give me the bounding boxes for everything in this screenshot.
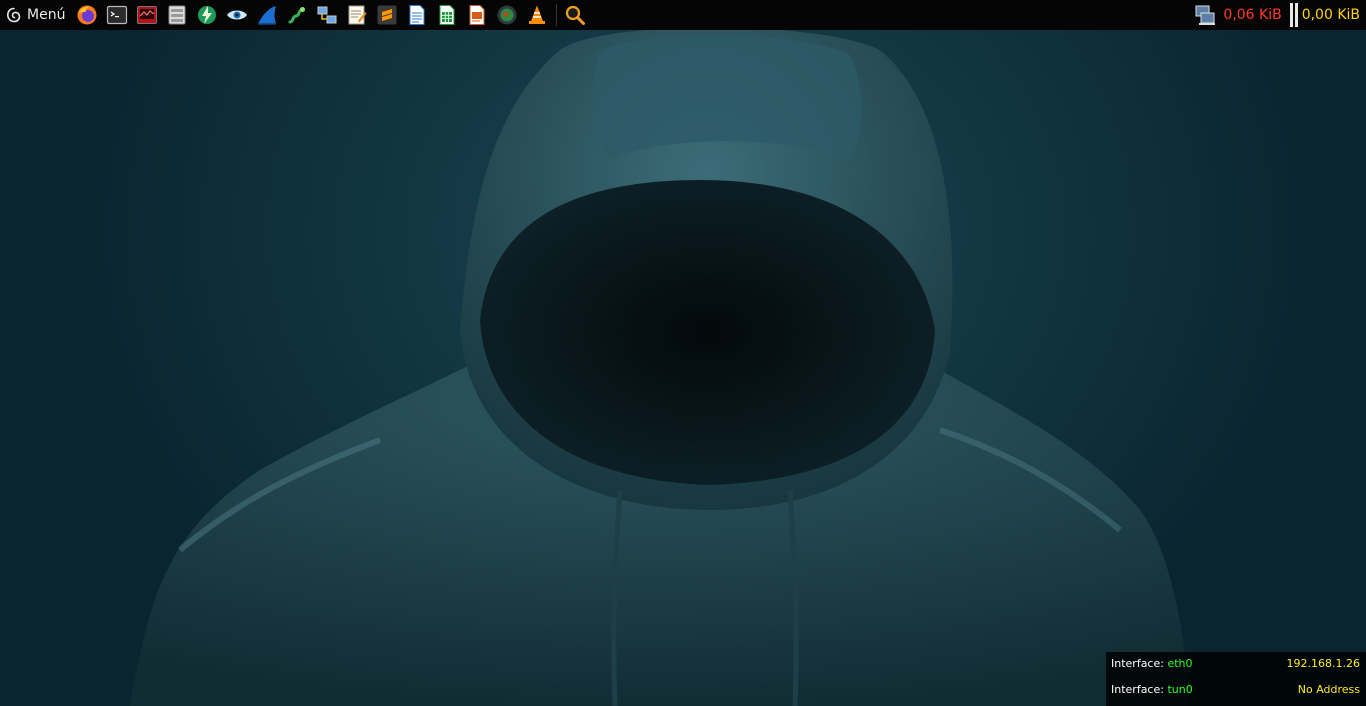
launcher-separator <box>556 4 558 26</box>
interface-name: tun0 <box>1167 683 1193 696</box>
firefox-icon <box>77 5 97 25</box>
interface-name: eth0 <box>1167 657 1193 670</box>
impress-presentation-icon <box>469 5 485 25</box>
network-download-rate: 0,06 KiB <box>1223 7 1282 23</box>
interface-address: 192.168.1.26 <box>1286 657 1360 670</box>
system-monitor-launcher[interactable] <box>134 2 160 28</box>
debian-swirl-icon <box>6 7 21 23</box>
top-panel: Menú 0,06 KiB 0,00 KiB <box>0 0 1366 30</box>
network-status-icon[interactable] <box>1193 3 1217 27</box>
text-editor-icon <box>348 5 367 25</box>
globe-browser-icon <box>497 5 517 25</box>
text-editor-launcher[interactable] <box>344 2 370 28</box>
graph-bar <box>1294 3 1298 27</box>
graph-bar <box>1289 3 1293 27</box>
vlc-cone-icon <box>529 5 546 24</box>
lightning-tool-launcher[interactable] <box>194 2 220 28</box>
sublime-text-launcher[interactable] <box>374 2 400 28</box>
interface-label: Interface: <box>1111 657 1164 670</box>
writer-launcher[interactable] <box>404 2 430 28</box>
system-tray: 0,06 KiB 0,00 KiB <box>1193 0 1366 30</box>
firefox-launcher[interactable] <box>74 2 100 28</box>
eye-tool-launcher[interactable] <box>224 2 250 28</box>
terminal-launcher[interactable] <box>104 2 130 28</box>
snake-tool-icon <box>288 7 306 24</box>
lightning-tool-icon <box>198 6 217 24</box>
network-info-widget: Interface: eth0 192.168.1.26 Interface: … <box>1106 652 1366 706</box>
interface-label: Interface: <box>1111 683 1164 696</box>
wireshark-launcher[interactable] <box>254 2 280 28</box>
sublime-text-icon <box>377 5 397 25</box>
calc-spreadsheet-icon <box>439 5 455 25</box>
wireshark-fin-icon <box>258 6 277 25</box>
menu-button[interactable]: Menú <box>0 0 71 30</box>
writer-document-icon <box>409 5 425 25</box>
desktop-wallpaper <box>0 30 1366 706</box>
interface-row-eth0: Interface: eth0 192.168.1.26 <box>1111 657 1360 671</box>
terminal-icon <box>107 5 128 25</box>
network-tool-icon <box>317 6 337 24</box>
impress-launcher[interactable] <box>464 2 490 28</box>
eye-icon <box>227 10 248 20</box>
interface-row-tun0: Interface: tun0 No Address <box>1111 683 1360 697</box>
magnifier-search-icon <box>566 5 586 25</box>
network-upload-rate: 0,00 KiB <box>1301 7 1360 23</box>
globe-browser-launcher[interactable] <box>494 2 520 28</box>
hooded-figure-image <box>130 30 1190 706</box>
file-manager-icon <box>168 5 186 25</box>
interface-address: No Address <box>1297 683 1360 696</box>
network-tool-launcher[interactable] <box>314 2 340 28</box>
file-manager-launcher[interactable] <box>164 2 190 28</box>
calc-launcher[interactable] <box>434 2 460 28</box>
launcher-bar <box>74 0 592 30</box>
snake-tool-launcher[interactable] <box>284 2 310 28</box>
network-graph-bars <box>1289 3 1300 27</box>
search-tool-launcher[interactable] <box>562 2 588 28</box>
vlc-launcher[interactable] <box>524 2 550 28</box>
system-monitor-icon <box>137 6 158 24</box>
menu-label: Menú <box>27 7 66 23</box>
